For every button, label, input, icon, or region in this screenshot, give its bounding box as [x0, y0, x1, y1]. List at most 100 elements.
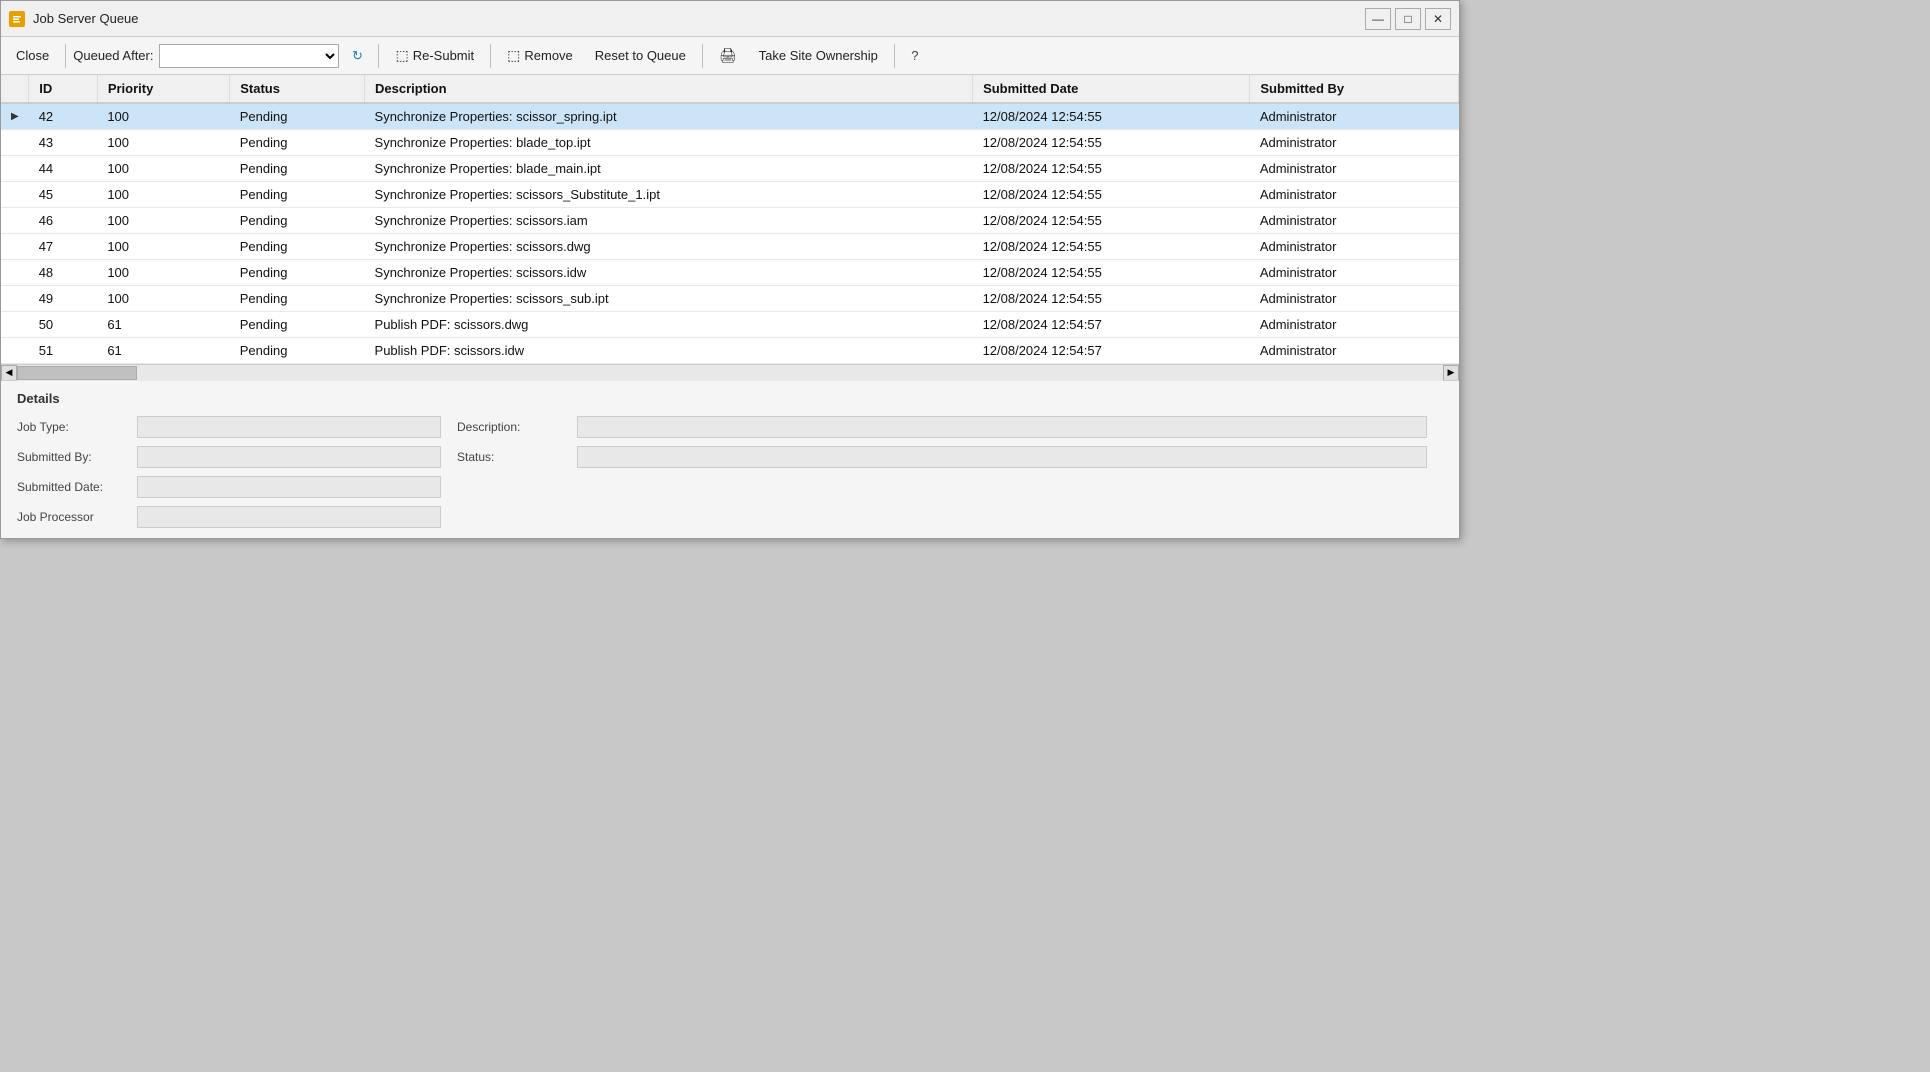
- col-priority: Priority: [97, 75, 229, 103]
- details-title: Details: [17, 391, 1443, 406]
- window-title: Job Server Queue: [33, 11, 139, 26]
- cell-description: Synchronize Properties: blade_top.ipt: [365, 130, 973, 156]
- row-arrow: [1, 156, 29, 182]
- col-submitted-date: Submitted Date: [973, 75, 1250, 103]
- cell-description: Publish PDF: scissors.idw: [365, 338, 973, 364]
- cell-submitted_date: 12/08/2024 12:54:55: [973, 286, 1250, 312]
- table-body: ▶42100PendingSynchronize Properties: sci…: [1, 103, 1459, 364]
- cell-description: Synchronize Properties: scissors.dwg: [365, 234, 973, 260]
- table-row[interactable]: 43100PendingSynchronize Properties: blad…: [1, 130, 1459, 156]
- row-arrow: [1, 260, 29, 286]
- cell-submitted_by: Administrator: [1250, 338, 1459, 364]
- table-row[interactable]: 48100PendingSynchronize Properties: scis…: [1, 260, 1459, 286]
- description-label: Description:: [457, 420, 577, 434]
- submitted-date-value: [137, 476, 441, 498]
- cell-submitted_by: Administrator: [1250, 312, 1459, 338]
- toolbar-separator-4: [702, 44, 703, 68]
- col-status: Status: [230, 75, 365, 103]
- cell-description: Publish PDF: scissors.dwg: [365, 312, 973, 338]
- toolbar-separator-5: [894, 44, 895, 68]
- cell-id: 50: [29, 312, 98, 338]
- cell-description: Synchronize Properties: scissors.idw: [365, 260, 973, 286]
- cell-submitted_date: 12/08/2024 12:54:57: [973, 338, 1250, 364]
- table-row[interactable]: 45100PendingSynchronize Properties: scis…: [1, 182, 1459, 208]
- submitted-by-value: [137, 446, 441, 468]
- cell-submitted_date: 12/08/2024 12:54:55: [973, 103, 1250, 130]
- cell-submitted_date: 12/08/2024 12:54:57: [973, 312, 1250, 338]
- cell-status: Pending: [230, 208, 365, 234]
- details-grid: Job Type: Description: Submitted By: Sta…: [17, 416, 1443, 528]
- col-description: Description: [365, 75, 973, 103]
- queued-after-label: Queued After:: [73, 48, 153, 63]
- cell-status: Pending: [230, 286, 365, 312]
- window-close-button[interactable]: ✕: [1425, 8, 1451, 30]
- cell-priority: 61: [97, 312, 229, 338]
- job-processor-value: [137, 506, 441, 528]
- row-arrow: ▶: [1, 103, 29, 130]
- scroll-right-button[interactable]: ▶: [1443, 365, 1459, 381]
- cell-description: Synchronize Properties: scissors_Substit…: [365, 182, 973, 208]
- cell-submitted_by: Administrator: [1250, 103, 1459, 130]
- cell-id: 42: [29, 103, 98, 130]
- cell-description: Synchronize Properties: blade_main.ipt: [365, 156, 973, 182]
- cell-submitted_by: Administrator: [1250, 208, 1459, 234]
- row-arrow: [1, 208, 29, 234]
- table-row[interactable]: 5061PendingPublish PDF: scissors.dwg12/0…: [1, 312, 1459, 338]
- table-container[interactable]: ID Priority Status Description Submitted…: [1, 75, 1459, 364]
- row-arrow: [1, 130, 29, 156]
- queued-after-select[interactable]: [159, 44, 339, 68]
- col-arrow: [1, 75, 29, 103]
- title-bar: Job Server Queue — □ ✕: [1, 1, 1459, 37]
- toolbar: Close Queued After: ↻ ⬚ Re-Submit ⬚ Remo…: [1, 37, 1459, 75]
- refresh-button[interactable]: ↻: [343, 42, 371, 70]
- cell-description: Synchronize Properties: scissors_sub.ipt: [365, 286, 973, 312]
- job-processor-label: Job Processor: [17, 510, 137, 524]
- cell-submitted_date: 12/08/2024 12:54:55: [973, 234, 1250, 260]
- resubmit-button[interactable]: ⬚ Re-Submit: [386, 42, 483, 70]
- reset-to-queue-button[interactable]: Reset to Queue: [586, 42, 695, 70]
- table-row[interactable]: 44100PendingSynchronize Properties: blad…: [1, 156, 1459, 182]
- cell-priority: 61: [97, 338, 229, 364]
- table-row[interactable]: 47100PendingSynchronize Properties: scis…: [1, 234, 1459, 260]
- take-site-ownership-button[interactable]: Take Site Ownership: [750, 42, 887, 70]
- remove-button[interactable]: ⬚ Remove: [498, 42, 582, 70]
- cell-priority: 100: [97, 208, 229, 234]
- toolbar-separator-2: [378, 44, 379, 68]
- maximize-button[interactable]: □: [1395, 8, 1421, 30]
- resubmit-icon: ⬚: [395, 47, 408, 64]
- reset-label: Reset to Queue: [595, 48, 686, 63]
- cell-status: Pending: [230, 182, 365, 208]
- toolbar-separator-1: [65, 44, 66, 68]
- submitted-by-label: Submitted By:: [17, 450, 137, 464]
- cell-description: Synchronize Properties: scissors.iam: [365, 208, 973, 234]
- cell-status: Pending: [230, 338, 365, 364]
- cell-id: 49: [29, 286, 98, 312]
- table-row[interactable]: 49100PendingSynchronize Properties: scis…: [1, 286, 1459, 312]
- cell-submitted_date: 12/08/2024 12:54:55: [973, 182, 1250, 208]
- cell-submitted_date: 12/08/2024 12:54:55: [973, 208, 1250, 234]
- cell-status: Pending: [230, 312, 365, 338]
- scrollbar-thumb[interactable]: [17, 366, 137, 380]
- table-header-row: ID Priority Status Description Submitted…: [1, 75, 1459, 103]
- cell-priority: 100: [97, 182, 229, 208]
- cell-submitted_date: 12/08/2024 12:54:55: [973, 130, 1250, 156]
- cell-id: 43: [29, 130, 98, 156]
- details-panel: Details Job Type: Description: Submitted…: [1, 380, 1459, 538]
- minimize-button[interactable]: —: [1365, 8, 1391, 30]
- cell-id: 45: [29, 182, 98, 208]
- row-arrow: [1, 286, 29, 312]
- cell-id: 44: [29, 156, 98, 182]
- cell-status: Pending: [230, 103, 365, 130]
- print-button[interactable]: 🖨: [710, 42, 746, 70]
- table-row[interactable]: 46100PendingSynchronize Properties: scis…: [1, 208, 1459, 234]
- status-label: Status:: [457, 450, 577, 464]
- table-row[interactable]: ▶42100PendingSynchronize Properties: sci…: [1, 103, 1459, 130]
- cell-status: Pending: [230, 130, 365, 156]
- close-button[interactable]: Close: [7, 42, 58, 70]
- horizontal-scrollbar[interactable]: ◀ ▶: [1, 364, 1459, 380]
- help-button[interactable]: ?: [902, 43, 928, 69]
- scrollbar-track[interactable]: [17, 365, 1443, 381]
- table-row[interactable]: 5161PendingPublish PDF: scissors.idw12/0…: [1, 338, 1459, 364]
- scroll-left-button[interactable]: ◀: [1, 365, 17, 381]
- cell-id: 46: [29, 208, 98, 234]
